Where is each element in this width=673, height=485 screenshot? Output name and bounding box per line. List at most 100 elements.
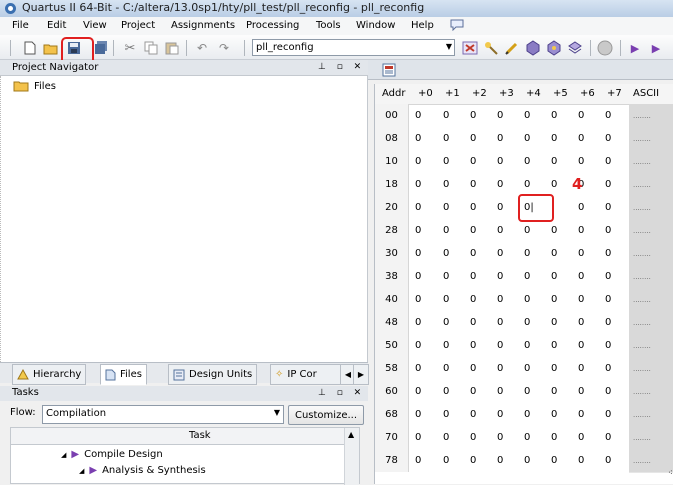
memory-ascii-cell[interactable]: ........	[629, 242, 673, 266]
memory-cell[interactable]: 0	[551, 271, 557, 282]
memory-cell[interactable]: 0	[470, 363, 476, 374]
memory-cell[interactable]: 0	[415, 110, 421, 121]
menu-window[interactable]: Window	[356, 20, 395, 31]
scroll-up-icon[interactable]: ▲	[348, 430, 354, 439]
memory-cell[interactable]: 0	[497, 363, 503, 374]
memory-cell[interactable]: 0	[524, 363, 530, 374]
memory-cell[interactable]: 0	[497, 225, 503, 236]
tasks-pane-controls[interactable]: ⊥ ▫ ✕	[318, 388, 365, 398]
memory-cell[interactable]: 0	[605, 363, 611, 374]
memory-cell[interactable]: 0	[605, 432, 611, 443]
memory-cell[interactable]: 0	[524, 271, 530, 282]
redo-icon[interactable]: ↷	[216, 40, 232, 56]
memory-cell[interactable]: 0	[578, 317, 584, 328]
memory-cell[interactable]: 0	[551, 133, 557, 144]
menu-tools[interactable]: Tools	[316, 20, 341, 31]
memory-cell[interactable]: 0	[551, 110, 557, 121]
memory-cell[interactable]: 0	[578, 271, 584, 282]
memory-cell[interactable]: 0	[605, 133, 611, 144]
memory-cell[interactable]: 0	[415, 363, 421, 374]
memory-ascii-cell[interactable]: ........	[629, 311, 673, 335]
memory-cell[interactable]: 0	[578, 225, 584, 236]
memory-ascii-cell[interactable]: ........	[629, 334, 673, 358]
memory-cell[interactable]: 0	[551, 432, 557, 443]
memory-cell[interactable]: 0	[443, 455, 449, 466]
tab-scroll-right[interactable]: ▶	[353, 364, 369, 385]
memory-cell[interactable]: 0	[578, 409, 584, 420]
memory-cell[interactable]: 0	[415, 294, 421, 305]
memory-ascii-cell[interactable]: ........	[629, 196, 673, 220]
memory-cell[interactable]: 0	[551, 179, 557, 190]
memory-ascii-cell[interactable]: ........	[629, 127, 673, 151]
files-tree-item[interactable]: Files	[13, 80, 56, 92]
memory-cell[interactable]: 0	[605, 248, 611, 259]
memory-cell[interactable]: 0	[524, 317, 530, 328]
memory-cell[interactable]: 0	[578, 294, 584, 305]
memory-cell[interactable]: 0	[605, 340, 611, 351]
task-compile-design[interactable]: ◢ ▶ Compile Design	[61, 449, 163, 460]
memory-cell[interactable]: 0	[415, 432, 421, 443]
memory-cell[interactable]: 0	[551, 409, 557, 420]
memory-cell[interactable]: 0	[470, 409, 476, 420]
memory-cell[interactable]: 0	[578, 156, 584, 167]
memory-cell[interactable]: 0	[497, 409, 503, 420]
memory-cell[interactable]: 0	[415, 225, 421, 236]
memory-cell[interactable]: 0	[443, 225, 449, 236]
memory-ascii-cell[interactable]: ........	[629, 219, 673, 243]
menu-file[interactable]: File	[12, 20, 29, 31]
memory-cell[interactable]: 0	[470, 294, 476, 305]
memory-cell[interactable]: 0	[605, 386, 611, 397]
memory-cell[interactable]: 0	[415, 317, 421, 328]
memory-cell[interactable]: 0	[443, 386, 449, 397]
memory-cell[interactable]: 0	[497, 133, 503, 144]
memory-cell[interactable]: 0	[443, 110, 449, 121]
memory-cell[interactable]: 0	[578, 202, 584, 213]
memory-cell[interactable]: 0	[415, 179, 421, 190]
memory-cell[interactable]: 0	[524, 340, 530, 351]
memory-cell[interactable]: 0	[605, 271, 611, 282]
memory-cell[interactable]: 0	[470, 110, 476, 121]
memory-ascii-cell[interactable]: ........	[629, 380, 673, 404]
flow-select[interactable]: Compilation ▼	[42, 405, 284, 424]
memory-cell[interactable]: 0	[470, 340, 476, 351]
memory-cell[interactable]: 0	[605, 317, 611, 328]
start-analysis-icon[interactable]: ▶	[648, 40, 664, 56]
memory-cell[interactable]: 0	[470, 455, 476, 466]
memory-cell[interactable]: 0	[497, 294, 503, 305]
memory-cell[interactable]: 0	[497, 202, 503, 213]
memory-cell[interactable]: 0	[443, 156, 449, 167]
memory-cell[interactable]: 0	[497, 455, 503, 466]
memory-cell[interactable]: 0	[551, 156, 557, 167]
memory-cell[interactable]: 0	[443, 317, 449, 328]
memory-cell[interactable]: 0	[443, 340, 449, 351]
memory-cell[interactable]: 0	[415, 156, 421, 167]
memory-cell[interactable]: 0	[443, 271, 449, 282]
memory-ascii-cell[interactable]: ........	[629, 426, 673, 450]
memory-cell[interactable]: 0	[415, 409, 421, 420]
pin-planner-icon[interactable]	[483, 40, 499, 56]
memory-cell[interactable]: 0	[470, 133, 476, 144]
memory-cell[interactable]: 0	[443, 133, 449, 144]
memory-cell[interactable]: 0	[605, 409, 611, 420]
fitter-icon[interactable]	[567, 40, 583, 56]
memory-cell[interactable]: 0	[524, 156, 530, 167]
memory-cell[interactable]: 0	[524, 225, 530, 236]
menu-help[interactable]: Help	[411, 20, 434, 31]
memory-cell[interactable]: 0	[524, 248, 530, 259]
memory-ascii-cell[interactable]: ........	[629, 403, 673, 427]
memory-cell[interactable]: 0	[497, 248, 503, 259]
memory-cell[interactable]: 0	[497, 432, 503, 443]
memory-cell[interactable]: 0	[551, 363, 557, 374]
analysis-icon[interactable]	[546, 40, 562, 56]
tab-files[interactable]: Files	[100, 364, 147, 385]
memory-cell[interactable]: 0	[551, 248, 557, 259]
memory-ascii-cell[interactable]: ........	[629, 288, 673, 312]
stop-icon[interactable]	[597, 40, 613, 56]
open-folder-icon[interactable]	[43, 40, 59, 56]
menu-project[interactable]: Project	[121, 20, 155, 31]
memory-cell[interactable]: 0	[551, 225, 557, 236]
memory-cell[interactable]: 0	[578, 248, 584, 259]
memory-cell[interactable]: 0	[578, 340, 584, 351]
memory-cell[interactable]: 0	[578, 455, 584, 466]
start-compilation-icon[interactable]: ▶	[627, 40, 643, 56]
